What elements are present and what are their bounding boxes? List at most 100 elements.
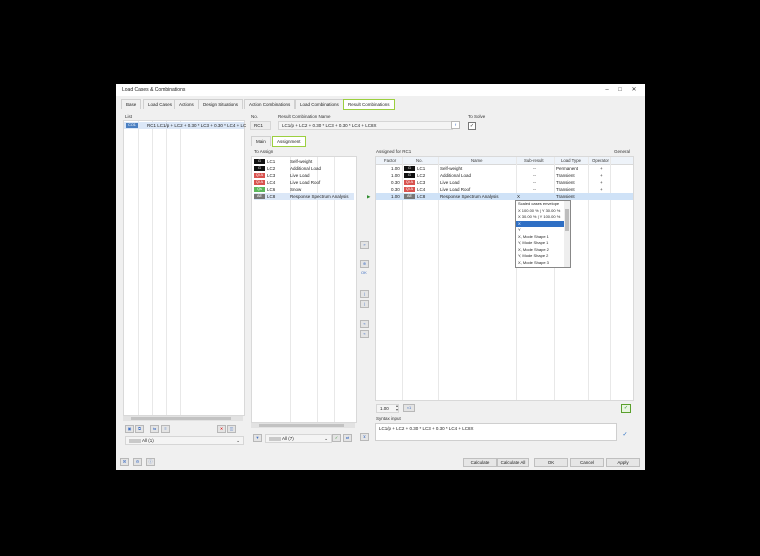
operator-cell[interactable]: +	[600, 172, 603, 179]
to-solve-label: To Solve	[468, 114, 486, 119]
subtab-main[interactable]: Main	[251, 136, 271, 146]
operator-cell[interactable]: +	[600, 179, 603, 186]
maximize-icon[interactable]: □	[615, 86, 625, 94]
load-case-name: Live Load	[290, 173, 310, 178]
remove-button[interactable]: «	[360, 320, 369, 328]
no-field[interactable]: RC1	[250, 121, 271, 130]
dropdown-scrollbar[interactable]	[564, 201, 570, 267]
operator-cell[interactable]: +	[600, 165, 603, 172]
current-row-arrow-icon: ▶	[367, 194, 371, 199]
list-item[interactable]: Qs LC6 Snow	[254, 186, 354, 193]
list-filter-select[interactable]: All (1) ⌄	[125, 436, 244, 445]
load-type-badge: Qi A	[404, 187, 415, 192]
syntax-label: Syntax input	[376, 416, 401, 421]
move-down-button[interactable]: |	[360, 300, 369, 308]
title-bar: Load Cases & Combinations – □ ✕	[116, 84, 645, 96]
table-row[interactable]: 0.30 Qi A LC3 Live Load -- Transient +	[376, 179, 633, 186]
to-solve-checkbox[interactable]: ✓	[468, 122, 476, 130]
sub-result-cell[interactable]: X	[517, 193, 520, 200]
load-type-cell: Transient	[556, 173, 575, 178]
table-row[interactable]: 1.00 G LC1 Self-weight -- Permanent +	[376, 165, 633, 172]
tab-actions[interactable]: Actions	[174, 99, 199, 109]
delete-icon[interactable]: ✕	[217, 425, 226, 433]
list-item[interactable]: Qi A LC4 Live Load Roof	[254, 179, 354, 186]
info-icon[interactable]: ⓘ	[146, 458, 155, 466]
list-item[interactable]: G LC2 Additional Load	[254, 165, 354, 172]
sub-result-cell[interactable]: --	[533, 179, 536, 186]
table-row[interactable]: 1.00 G LC2 Additional Load -- Transient …	[376, 172, 633, 179]
list-hscrollbar[interactable]	[123, 416, 243, 421]
sub-result-cell[interactable]: --	[533, 172, 536, 179]
syntax-input[interactable]: LC1/p + LC2 + 0.30 * LC3 + 0.30 * LC4 + …	[375, 423, 617, 441]
calculate-all-button[interactable]: Calculate All	[497, 458, 529, 467]
factor-spinner[interactable]: ▴ ▾	[396, 404, 398, 412]
table-row-selected[interactable]: ▶ 1.00 AE LC8 Response Spectrum Analysis…	[367, 193, 633, 200]
tab-base[interactable]: Base	[121, 99, 142, 109]
dropdown-option[interactable]: X, Mode Shape 3	[516, 260, 570, 267]
confirm-syntax-icon[interactable]: ✓	[621, 432, 629, 439]
assign-button[interactable]: »	[360, 241, 369, 249]
export-icon[interactable]: ≡	[161, 425, 170, 433]
filter-icon[interactable]: ▼	[253, 434, 262, 442]
sub-result-cell[interactable]: --	[533, 165, 536, 172]
list-item-text: RC1 LC1/p + LC2 + 0.30 * LC3 + 0.30 * LC…	[147, 123, 247, 128]
invert-selection-icon[interactable]: ⇄	[343, 434, 352, 442]
to-assign-filter-select[interactable]: All (7) ⌄	[265, 434, 332, 443]
import-icon[interactable]: ⇆	[150, 425, 159, 433]
subtab-assignment[interactable]: Assignment	[272, 136, 306, 147]
apply-button[interactable]: Apply	[606, 458, 640, 467]
factor-cell[interactable]: 1.00	[391, 165, 400, 172]
factor-cell[interactable]: 0.30	[391, 179, 400, 186]
load-case-name: Live Load Roof	[290, 180, 321, 185]
load-case-code: LC1	[267, 159, 276, 164]
copy-item-icon[interactable]: ⧉	[135, 425, 144, 433]
list-item[interactable]: AE LC8 Response Spectrum Analysis	[254, 193, 354, 200]
collapse-icon[interactable]: ⊻	[360, 433, 369, 441]
cancel-button[interactable]: Cancel	[570, 458, 604, 467]
load-type-badge: Qi A	[254, 173, 265, 178]
list-item[interactable]: Qi A LC3 Live Load	[254, 172, 354, 179]
operator-cell[interactable]: +	[600, 186, 603, 193]
tab-load-combinations[interactable]: Load Combinations	[295, 99, 344, 109]
tab-design-situations[interactable]: Design Situations	[198, 99, 244, 109]
tab-action-combinations[interactable]: Action Combinations	[244, 99, 296, 109]
no-label: No.	[251, 114, 259, 119]
close-icon[interactable]: ✕	[629, 86, 639, 94]
load-case-code: LC8	[267, 194, 276, 199]
name-cell: Live Load	[440, 180, 460, 185]
calculate-button[interactable]: Calculate	[463, 458, 497, 467]
remove-all-button[interactable]: «	[360, 330, 369, 338]
formula-button[interactable]: f	[451, 121, 460, 129]
no-cell: LC3	[417, 180, 426, 185]
new-item-icon[interactable]: ▣	[125, 425, 134, 433]
move-up-button[interactable]: |	[360, 290, 369, 298]
settings-icon[interactable]: ⚙	[133, 458, 142, 466]
load-case-code: LC6	[267, 187, 276, 192]
multiply-button[interactable]: ×1	[403, 404, 415, 412]
name-field[interactable]: LC1/p + LC2 + 0.30 * LC3 + 0.30 * LC4 + …	[278, 121, 453, 130]
minimize-icon[interactable]: –	[602, 86, 612, 94]
table-row[interactable]: 0.30 Qi A LC4 Live Load Roof -- Transien…	[376, 186, 633, 193]
units-icon[interactable]: ⌘	[120, 458, 129, 466]
sub-result-cell[interactable]: --	[533, 186, 536, 193]
tab-result-combinations[interactable]: Result Combinations	[343, 99, 395, 110]
sub-result-dropdown[interactable]: Scaled cases envelope X 100.00 % | Y 30.…	[515, 200, 571, 268]
factor-cell[interactable]: 1.00	[391, 172, 400, 179]
factor-cell[interactable]: 0.30	[391, 186, 400, 193]
select-all-icon[interactable]: ✓	[332, 434, 341, 442]
list-item-badge: CO1	[126, 123, 138, 128]
to-assign-hscrollbar[interactable]	[251, 423, 355, 428]
load-type-badge: G	[404, 173, 415, 178]
tab-load-cases[interactable]: Load Cases	[143, 99, 178, 109]
view-options-icon[interactable]: ◫	[227, 425, 236, 433]
load-case-code: LC2	[267, 166, 276, 171]
list-item[interactable]: CO1 RC1 LC1/p + LC2 + 0.30 * LC3 + 0.30 …	[124, 122, 247, 129]
list-item[interactable]: G LC1 Self-weight	[254, 158, 354, 165]
assign-multiple-button[interactable]: ⊕	[360, 260, 369, 268]
ok-button[interactable]: OK	[534, 458, 568, 467]
assigned-label: Assigned for RC1	[376, 149, 412, 154]
factor-cell[interactable]: 1.00	[391, 193, 400, 200]
apply-check-icon[interactable]: ✓	[621, 404, 631, 413]
load-type-badge: Qi A	[404, 180, 415, 185]
load-case-name: Self-weight	[290, 159, 313, 164]
